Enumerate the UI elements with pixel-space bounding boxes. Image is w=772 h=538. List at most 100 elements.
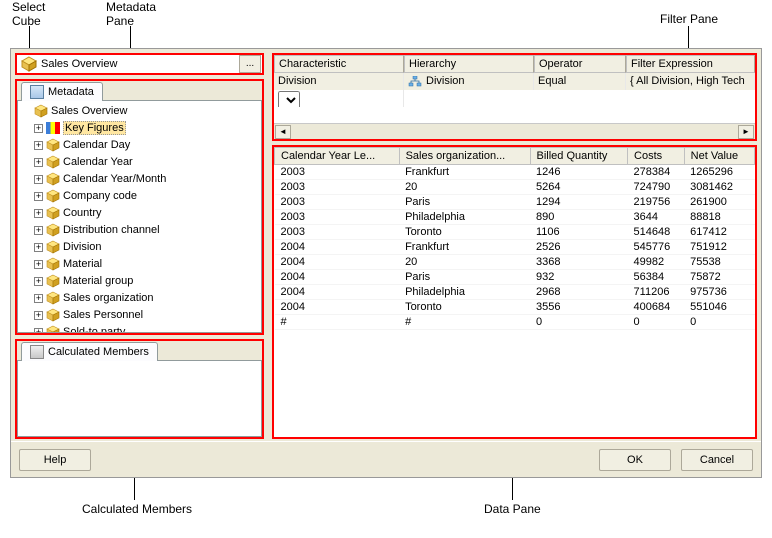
tab-calculated-members[interactable]: Calculated Members <box>21 342 158 361</box>
table-row[interactable]: 2003Frankfurt12462783841265296 <box>275 165 755 180</box>
tree-item[interactable]: + Sold-to party <box>20 324 259 333</box>
table-cell: 932 <box>530 270 628 285</box>
tree-item-label: Sales Personnel <box>63 309 143 321</box>
table-cell: 278384 <box>628 165 685 180</box>
table-cell: 617412 <box>684 225 754 240</box>
table-row[interactable]: 20032052647247903081462 <box>275 180 755 195</box>
tree-item[interactable]: +Calendar Day <box>20 137 259 154</box>
table-cell: 2003 <box>275 195 400 210</box>
calculated-members-pane: Calculated Members <box>15 339 264 439</box>
expand-icon[interactable]: + <box>34 175 43 184</box>
browse-cube-button[interactable]: ... <box>239 55 261 73</box>
dimension-icon <box>46 223 60 237</box>
scroll-right-icon[interactable]: ► <box>738 125 754 139</box>
help-button[interactable]: Help <box>19 449 91 471</box>
column-header[interactable]: Billed Quantity <box>530 148 628 165</box>
filter-header-hierarchy[interactable]: Hierarchy <box>404 55 534 73</box>
expand-icon[interactable]: + <box>34 192 43 201</box>
filter-row[interactable] <box>274 90 755 107</box>
tree-item[interactable]: +Calendar Year <box>20 154 259 171</box>
tree-item-label: Material <box>63 258 102 270</box>
dimension-icon <box>46 172 60 186</box>
dimension-icon <box>46 240 60 254</box>
expand-icon[interactable]: + <box>34 226 43 235</box>
tree-item[interactable]: +Division <box>20 239 259 256</box>
tree-item[interactable]: + Material <box>20 256 259 273</box>
metadata-tree[interactable]: Sales Overview+Key Figures+Calendar Day+… <box>17 100 262 333</box>
table-row[interactable]: ##000 <box>275 315 755 330</box>
column-header[interactable]: Calendar Year Le... <box>275 148 400 165</box>
column-header[interactable]: Net Value <box>684 148 754 165</box>
table-row[interactable]: 2004Paris9325638475872 <box>275 270 755 285</box>
tree-item-label: Sold-to party <box>63 326 125 333</box>
expand-icon[interactable]: + <box>34 209 43 218</box>
ok-button[interactable]: OK <box>599 449 671 471</box>
expand-icon[interactable]: + <box>34 260 43 269</box>
column-header[interactable]: Sales organization... <box>399 148 530 165</box>
tree-item[interactable]: +Key Figures <box>20 120 259 137</box>
tree-item[interactable]: +Company code <box>20 188 259 205</box>
filter-row[interactable]: DivisionDivisionEqual{ All Division, Hig… <box>274 73 755 90</box>
expand-icon[interactable]: + <box>34 311 43 320</box>
callout-filter-pane: Filter Pane <box>660 12 718 26</box>
expand-icon[interactable]: + <box>34 158 43 167</box>
table-cell: 514648 <box>628 225 685 240</box>
table-cell: 2003 <box>275 210 400 225</box>
dimension-icon <box>46 189 60 203</box>
tree-item[interactable]: + Sales Personnel <box>20 307 259 324</box>
callout-select-cube: Select Cube <box>12 0 45 28</box>
select-cube-bar[interactable]: Sales Overview ... <box>15 53 264 75</box>
scroll-left-icon[interactable]: ◄ <box>275 125 291 139</box>
data-pane: Calendar Year Le...Sales organization...… <box>272 145 757 439</box>
tree-item[interactable]: +Calendar Year/Month <box>20 171 259 188</box>
table-cell: 0 <box>684 315 754 330</box>
table-row[interactable]: 2003Philadelphia890364488818 <box>275 210 755 225</box>
table-row[interactable]: 20042033684998275538 <box>275 255 755 270</box>
expand-icon[interactable]: + <box>34 141 43 150</box>
expand-icon[interactable]: + <box>34 277 43 286</box>
table-cell: 2004 <box>275 285 400 300</box>
tree-item[interactable]: +Country <box>20 205 259 222</box>
tab-metadata[interactable]: Metadata <box>21 82 103 101</box>
tree-item-label: Material group <box>63 275 133 287</box>
table-cell: 3368 <box>530 255 628 270</box>
table-cell: 1246 <box>530 165 628 180</box>
callout-metadata-pane: Metadata Pane <box>106 0 156 28</box>
table-row[interactable]: 2003Paris1294219756261900 <box>275 195 755 210</box>
table-cell: 2004 <box>275 240 400 255</box>
filter-header-expression[interactable]: Filter Expression <box>626 55 755 73</box>
expand-icon[interactable]: + <box>34 294 43 303</box>
expand-icon[interactable]: + <box>34 243 43 252</box>
table-cell: 2003 <box>275 225 400 240</box>
expand-icon[interactable]: + <box>34 124 43 133</box>
dimension-icon <box>46 308 60 322</box>
tree-item[interactable]: +Distribution channel <box>20 222 259 239</box>
table-cell: 2003 <box>275 165 400 180</box>
table-cell: 2526 <box>530 240 628 255</box>
tree-item[interactable]: + Material group <box>20 273 259 290</box>
table-cell: 551046 <box>684 300 754 315</box>
dimension-icon <box>46 155 60 169</box>
data-grid[interactable]: Calendar Year Le...Sales organization...… <box>274 147 755 330</box>
tree-item[interactable]: +Sales organization <box>20 290 259 307</box>
filter-header-operator[interactable]: Operator <box>534 55 626 73</box>
hierarchy-icon <box>408 76 422 87</box>
table-row[interactable]: 2004Philadelphia2968711206975736 <box>275 285 755 300</box>
tree-root[interactable]: Sales Overview <box>20 103 259 120</box>
table-row[interactable]: 2004Toronto3556400684551046 <box>275 300 755 315</box>
filter-pane: Characteristic Hierarchy Operator Filter… <box>272 53 757 141</box>
expand-icon[interactable]: + <box>34 328 43 333</box>
calculated-members-list[interactable] <box>17 360 262 437</box>
filter-header-row: Characteristic Hierarchy Operator Filter… <box>274 55 755 73</box>
table-row[interactable]: 2004Frankfurt2526545776751912 <box>275 240 755 255</box>
filter-cell-characteristic <box>274 90 404 107</box>
dimension-icon <box>46 257 60 271</box>
table-cell: 890 <box>530 210 628 225</box>
column-header[interactable]: Costs <box>628 148 685 165</box>
filter-hscrollbar[interactable]: ◄ ► <box>274 123 755 139</box>
filter-cell-expression: { All Division, High Tech } <box>626 73 755 90</box>
table-cell: 20 <box>399 180 530 195</box>
table-row[interactable]: 2003Toronto1106514648617412 <box>275 225 755 240</box>
cancel-button[interactable]: Cancel <box>681 449 753 471</box>
filter-header-characteristic[interactable]: Characteristic <box>274 55 404 73</box>
